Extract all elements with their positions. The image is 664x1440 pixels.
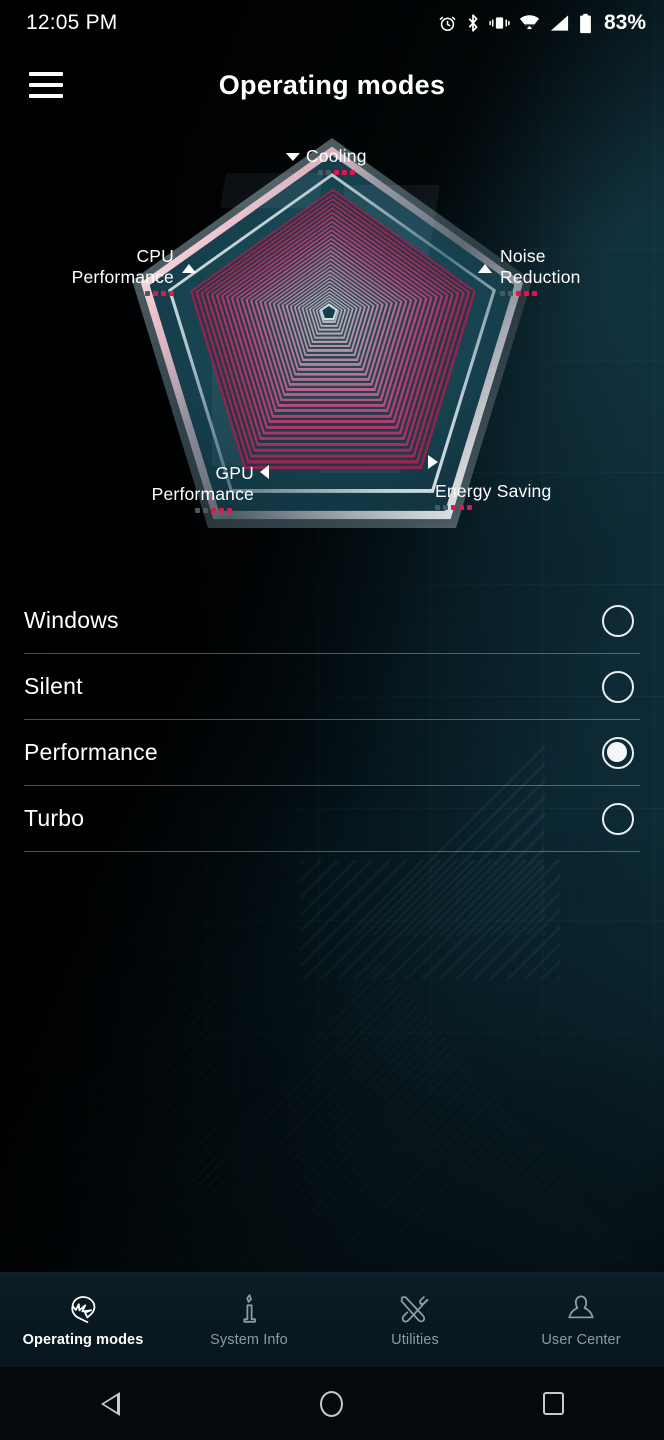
cooling-level-dots bbox=[317, 170, 367, 175]
mode-row-windows[interactable]: Windows bbox=[24, 588, 640, 654]
status-icons: 83% bbox=[438, 11, 646, 35]
tools-icon bbox=[399, 1293, 431, 1325]
radar-chart: Cooling Noise Reduction CPU Performance … bbox=[0, 128, 664, 558]
noise-reduction-level-dots bbox=[500, 291, 581, 296]
cooling-label: Cooling bbox=[305, 146, 367, 166]
user-icon bbox=[566, 1293, 596, 1325]
cellular-signal-icon bbox=[550, 15, 569, 31]
nav-tab-operating-modes[interactable]: Operating modes bbox=[0, 1273, 166, 1367]
axis-label-cooling: Cooling bbox=[285, 146, 367, 175]
nav-tab-user-center[interactable]: User Center bbox=[498, 1273, 664, 1367]
axis-label-energy-saving: Energy Saving bbox=[428, 455, 552, 510]
noise-reduction-arrow-icon bbox=[478, 264, 492, 273]
axis-label-cpu-performance: CPU Performance bbox=[71, 246, 196, 296]
operating-mode-list: Windows Silent Performance Turbo bbox=[0, 588, 664, 852]
nav-tab-system-info[interactable]: System Info bbox=[166, 1273, 332, 1367]
background-stripe-b bbox=[300, 860, 560, 980]
hamburger-menu-icon[interactable] bbox=[14, 46, 78, 124]
alarm-icon bbox=[439, 16, 456, 31]
vibrate-icon bbox=[489, 17, 510, 29]
status-bar: 12:05 PM 83% bbox=[0, 0, 664, 46]
home-circle-icon bbox=[320, 1390, 344, 1417]
mode-radio-windows[interactable] bbox=[602, 604, 634, 637]
axis-label-gpu-performance: GPU Performance bbox=[151, 463, 269, 513]
info-icon bbox=[240, 1293, 258, 1325]
mode-label-windows: Windows bbox=[24, 607, 119, 633]
energy-saving-label: Energy Saving bbox=[435, 481, 552, 501]
nav-label-user-center: User Center bbox=[541, 1331, 621, 1348]
mode-radio-turbo[interactable] bbox=[602, 802, 634, 835]
mode-label-performance: Performance bbox=[24, 739, 158, 765]
mode-row-silent[interactable]: Silent bbox=[24, 654, 640, 720]
wifi-icon bbox=[519, 15, 540, 31]
helmet-icon bbox=[67, 1293, 99, 1325]
gpu-performance-arrow-icon bbox=[260, 465, 269, 479]
mode-radio-performance[interactable] bbox=[602, 736, 634, 769]
nav-label-operating-modes: Operating modes bbox=[22, 1331, 144, 1348]
bottom-navigation: Operating modes System Info Utilities Us… bbox=[0, 1272, 664, 1367]
cpu-performance-label-line1: CPU bbox=[136, 246, 174, 266]
status-time: 12:05 PM bbox=[26, 11, 118, 34]
cpu-performance-label-line2: Performance bbox=[71, 267, 174, 287]
nav-label-utilities: Utilities bbox=[391, 1331, 439, 1348]
mode-radio-silent[interactable] bbox=[602, 670, 634, 703]
nav-tab-utilities[interactable]: Utilities bbox=[332, 1273, 498, 1367]
noise-reduction-label-line1: Noise bbox=[500, 246, 546, 266]
mode-label-turbo: Turbo bbox=[24, 805, 85, 831]
gpu-performance-label-line2: Performance bbox=[151, 484, 254, 504]
gpu-performance-level-dots bbox=[152, 508, 232, 513]
noise-reduction-label-line2: Reduction bbox=[500, 267, 581, 287]
cpu-performance-arrow-icon bbox=[182, 264, 196, 273]
cpu-performance-level-dots bbox=[72, 291, 174, 296]
back-triangle-icon bbox=[101, 1391, 121, 1416]
android-navigation-bar bbox=[0, 1367, 664, 1440]
cooling-arrow-icon bbox=[285, 153, 300, 161]
back-button[interactable] bbox=[76, 1367, 146, 1440]
page-title: Operating modes bbox=[218, 69, 446, 100]
energy-saving-level-dots bbox=[435, 505, 551, 510]
recents-square-icon bbox=[542, 1392, 564, 1415]
energy-saving-arrow-icon bbox=[428, 455, 438, 469]
bluetooth-icon bbox=[468, 14, 478, 32]
app-screen: 12:05 PM 83% Operating modes Cooling Noi… bbox=[0, 0, 664, 1440]
battery-icon bbox=[580, 13, 591, 33]
axis-label-noise-reduction: Noise Reduction bbox=[478, 246, 581, 296]
app-bar: Operating modes bbox=[0, 46, 664, 124]
recents-button[interactable] bbox=[518, 1367, 588, 1440]
mode-row-performance[interactable]: Performance bbox=[24, 720, 640, 786]
mode-row-turbo[interactable]: Turbo bbox=[24, 786, 640, 852]
home-button[interactable] bbox=[297, 1367, 367, 1440]
battery-percent: 83% bbox=[603, 11, 646, 34]
gpu-performance-label-line1: GPU bbox=[215, 463, 254, 483]
nav-label-system-info: System Info bbox=[210, 1331, 288, 1348]
mode-label-silent: Silent bbox=[24, 673, 83, 699]
